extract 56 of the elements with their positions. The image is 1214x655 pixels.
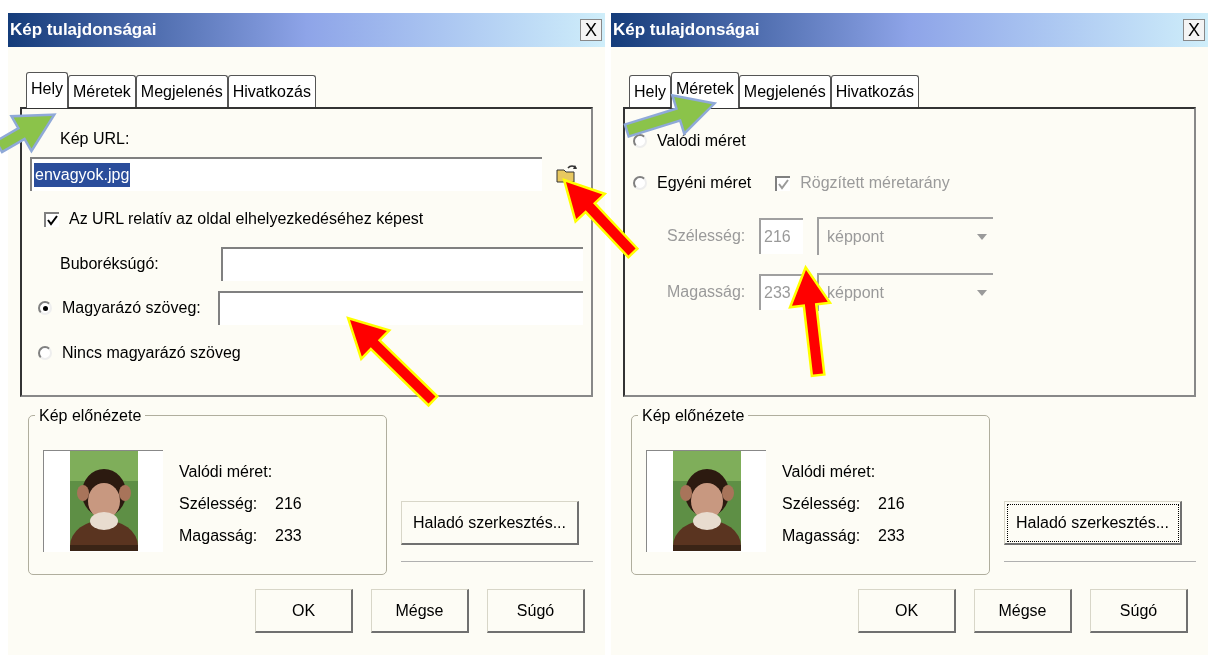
info-label: Magasság: <box>179 526 259 546</box>
dropdown-arrow-icon[interactable] <box>977 234 987 240</box>
dialog-button[interactable]: Mégse <box>371 589 469 633</box>
field-label: Magasság: <box>667 282 747 302</box>
tab[interactable]: Hivatkozás <box>830 75 919 107</box>
info-label: Szélesség: <box>179 494 259 514</box>
input-field[interactable] <box>218 291 583 325</box>
checkbox-label: Az URL relatív az oldal elhelyezkedéséhez képest <box>69 209 424 229</box>
window-title: Kép tulajdonságai <box>613 19 760 42</box>
dropdown-arrow-icon[interactable] <box>977 290 987 296</box>
tab[interactable]: Megjelenés <box>135 75 228 107</box>
radio-label: Magyarázó szöveg: <box>62 298 201 318</box>
dialog-button[interactable]: Súgó <box>1090 589 1188 633</box>
input-field[interactable]: envagyok.jpg <box>30 157 542 191</box>
dialog-button[interactable]: Haladó szerkesztés... <box>401 501 579 545</box>
info-value: 233 <box>275 526 302 546</box>
field-label: Kép URL: <box>60 129 130 149</box>
info-label: Valódi méret: <box>782 462 877 482</box>
info-value: 233 <box>878 526 905 546</box>
input-value: 216 <box>764 227 791 247</box>
info-label: Szélesség: <box>782 494 862 514</box>
field-label: Szélesség: <box>667 226 747 246</box>
radio-label: Nincs magyarázó szöveg <box>62 343 241 363</box>
radio-button[interactable] <box>38 301 52 315</box>
input-value: envagyok.jpg <box>34 163 131 187</box>
checkbox[interactable] <box>44 211 59 227</box>
checkbox-label: Rögzített méretarány <box>800 173 950 193</box>
input-value: 233 <box>764 283 791 303</box>
close-button[interactable]: X <box>1183 19 1205 41</box>
tab[interactable]: Megjelenés <box>738 75 831 107</box>
info-value: 216 <box>275 494 302 514</box>
dialog-button[interactable]: OK <box>255 589 353 633</box>
radio-label: Valódi méret <box>657 131 746 151</box>
dialog-button[interactable]: Súgó <box>487 589 585 633</box>
radio-button[interactable] <box>633 134 647 148</box>
tab[interactable]: Hivatkozás <box>227 75 316 107</box>
close-button[interactable]: X <box>580 19 602 41</box>
dialog-button[interactable]: OK <box>858 589 956 633</box>
window-title: Kép tulajdonságai <box>10 19 157 42</box>
field-label: Buboréksúgó: <box>60 254 160 274</box>
tab[interactable]: Hely <box>629 75 671 107</box>
radio-button[interactable] <box>38 346 52 360</box>
radio-label: Egyéni méret <box>657 173 752 193</box>
tab[interactable]: Hely <box>26 72 68 108</box>
annotation-arrow <box>0 113 57 154</box>
dropdown-value: képpont <box>827 283 884 303</box>
dialog-button[interactable]: Mégse <box>974 589 1072 633</box>
info-label: Valódi méret: <box>179 462 274 482</box>
info-label: Magasság: <box>782 526 862 546</box>
dialog-button[interactable]: Haladó szerkesztés... <box>1004 501 1182 545</box>
radio-button[interactable] <box>633 176 647 190</box>
info-value: 216 <box>878 494 905 514</box>
tab[interactable]: Méretek <box>68 75 136 107</box>
browse-folder-icon[interactable] <box>556 164 578 184</box>
input-field[interactable] <box>220 247 583 281</box>
dropdown-value: képpont <box>827 227 884 247</box>
